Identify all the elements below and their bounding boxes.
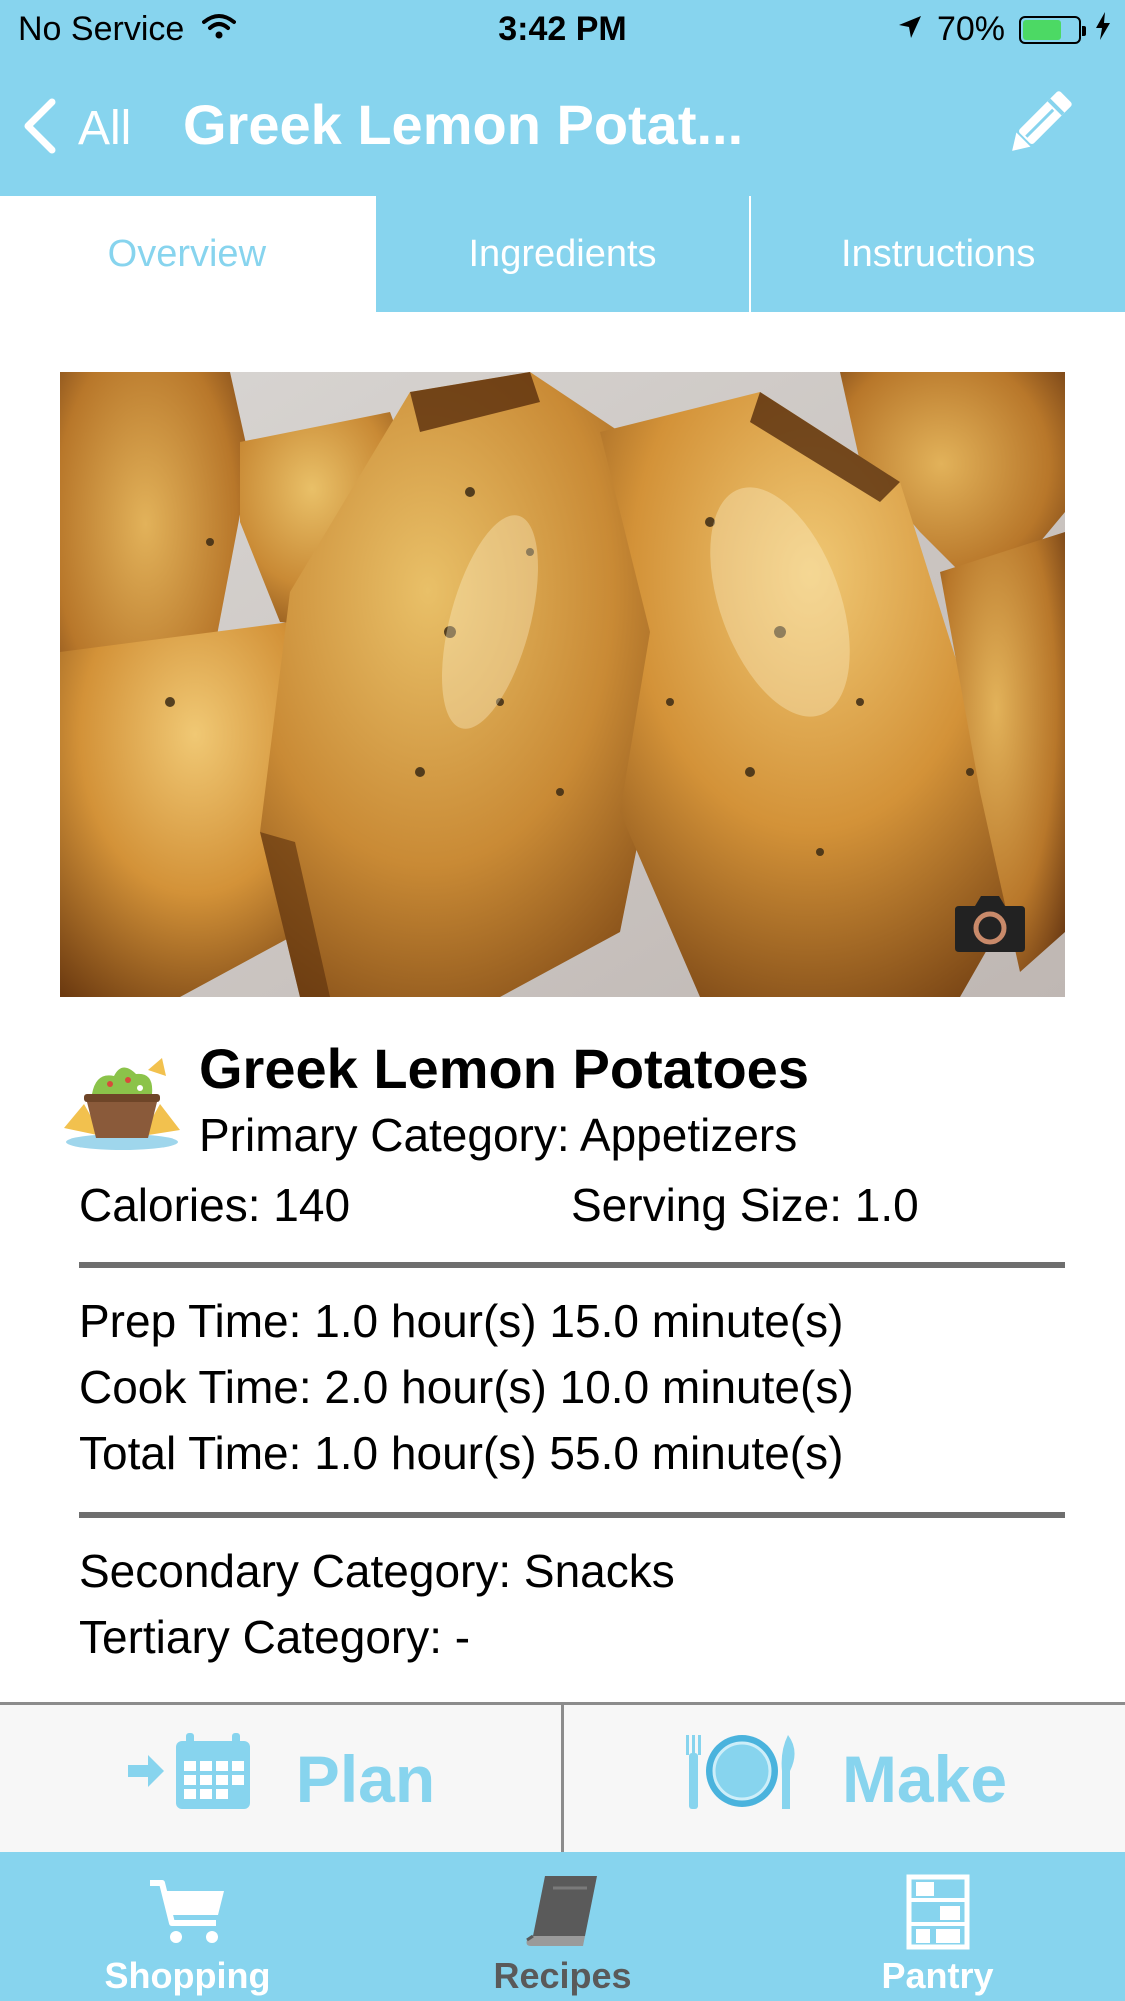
camera-icon xyxy=(953,896,1027,958)
recipe-name: Greek Lemon Potatoes xyxy=(199,1037,809,1100)
tab-bar-recipes[interactable]: Recipes xyxy=(375,1852,750,2001)
time-block: Prep Time: 1.0 hour(s) 15.0 minute(s) Co… xyxy=(79,1288,854,1486)
tab-bar-label: Pantry xyxy=(881,1955,994,1996)
tab-bar: Shopping Recipes Pantry xyxy=(0,1852,1125,2001)
navigation-bar: All Greek Lemon Potat... xyxy=(0,64,1125,194)
tab-overview[interactable]: Overview xyxy=(0,196,374,312)
edit-button[interactable] xyxy=(999,84,1079,169)
secondary-category: Secondary Category: Snacks xyxy=(79,1545,675,1597)
back-label: All xyxy=(78,102,132,155)
calories: Calories: 140 xyxy=(79,1179,351,1231)
guacamole-chips-icon xyxy=(62,1054,182,1159)
recipe-photo-image xyxy=(60,372,1065,997)
divider xyxy=(79,1512,1065,1518)
page-title: Greek Lemon Potat... xyxy=(183,93,744,156)
stats-row: Calories: 140 Serving Size: 1.0 xyxy=(79,1178,1039,1232)
tab-bar-label: Recipes xyxy=(493,1955,632,1996)
pencil-icon xyxy=(999,91,1079,168)
tab-bar-shopping[interactable]: Shopping xyxy=(0,1852,375,2001)
total-time: Total Time: 1.0 hour(s) 55.0 minute(s) xyxy=(79,1427,844,1479)
plan-label: Plan xyxy=(295,1741,436,1816)
plate-cutlery-icon xyxy=(682,1731,802,1826)
battery-icon xyxy=(1019,15,1086,44)
charging-bolt-icon xyxy=(1095,10,1111,49)
plan-button[interactable]: Plan xyxy=(0,1705,561,1852)
primary-category: Primary Category: Appetizers xyxy=(199,1109,798,1161)
tab-ingredients[interactable]: Ingredients xyxy=(373,196,750,312)
cook-time: Cook Time: 2.0 hour(s) 10.0 minute(s) xyxy=(79,1361,854,1413)
add-to-calendar-icon xyxy=(126,1731,256,1826)
category-block: Secondary Category: Snacks Tertiary Cate… xyxy=(79,1538,675,1670)
battery-percent: 70% xyxy=(936,10,1005,48)
tab-instructions[interactable]: Instructions xyxy=(749,196,1125,312)
prep-time: Prep Time: 1.0 hour(s) 15.0 minute(s) xyxy=(79,1295,844,1347)
recipe-tabs: Overview Ingredients Instructions xyxy=(0,194,1125,312)
status-bar: No Service 3:42 PM 70% xyxy=(0,0,1125,64)
tertiary-category: Tertiary Category: - xyxy=(79,1611,471,1663)
tab-bar-label: Shopping xyxy=(104,1955,271,1996)
recipe-photo xyxy=(60,372,1065,997)
camera-button[interactable] xyxy=(953,892,1027,959)
make-label: Make xyxy=(841,1741,1008,1816)
divider xyxy=(79,1262,1065,1268)
back-button[interactable]: All xyxy=(22,98,131,159)
action-bar: Plan Make xyxy=(0,1702,1125,1852)
serving-size: Serving Size: 1.0 xyxy=(571,1179,919,1231)
tab-bar-pantry[interactable]: Pantry xyxy=(750,1852,1125,2001)
book-icon xyxy=(523,1874,603,1955)
pantry-shelf-icon xyxy=(906,1874,970,1955)
chevron-left-icon xyxy=(22,98,56,159)
cart-icon xyxy=(148,1877,228,1952)
location-arrow-icon xyxy=(897,10,923,49)
make-button[interactable]: Make xyxy=(561,1705,1125,1852)
status-right: 70% xyxy=(897,10,1111,49)
